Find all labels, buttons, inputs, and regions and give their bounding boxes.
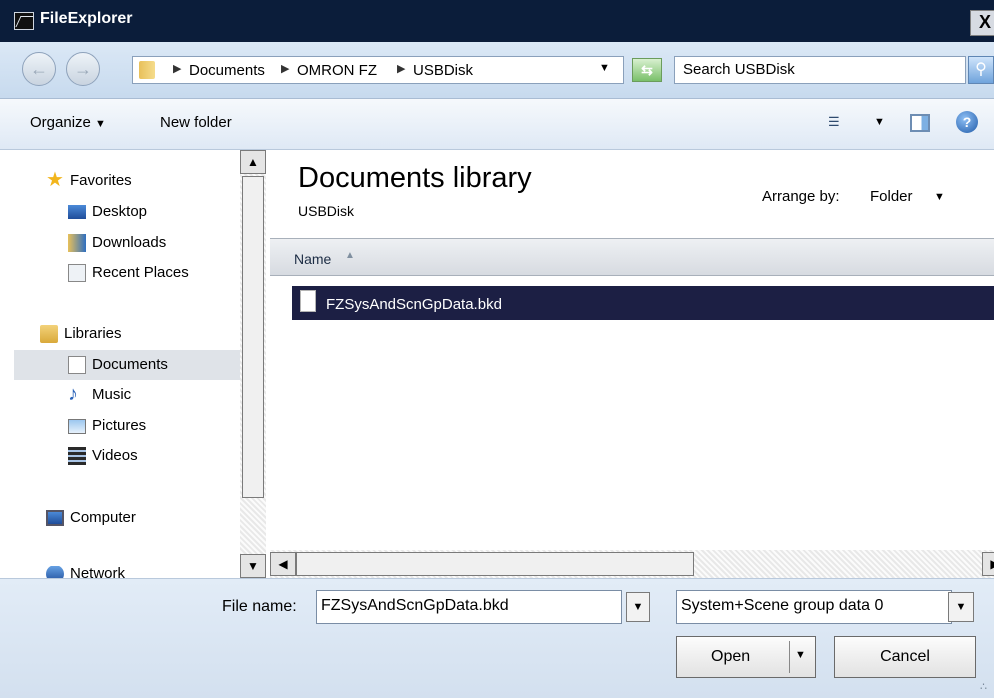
address-bar[interactable]: ▶ Documents ▶ OMRON FZ ▶ USBDisk ▼ [132,56,624,84]
breadcrumb-omron-fz[interactable]: OMRON FZ [297,62,377,79]
breadcrumb-arrow-icon: ▶ [173,63,182,75]
scroll-left-button[interactable]: ◀ [270,552,296,576]
new-folder-button[interactable]: New folder [160,114,232,131]
file-type-dropdown-button[interactable]: ▼ [948,592,974,622]
back-button[interactable]: ← [22,52,56,86]
help-icon[interactable]: ? [956,111,978,133]
refresh-icon: ⇆ [641,62,653,78]
scrollbar-thumb[interactable] [242,176,264,498]
nav-pictures-label: Pictures [92,417,147,434]
search-icon: ⚲ [975,61,987,78]
scroll-down-button[interactable]: ▼ [240,554,266,578]
breadcrumb-arrow-icon: ▶ [397,63,406,75]
nav-videos-label: Videos [92,447,138,464]
resize-grip-icon[interactable]: ∴ [980,680,994,694]
open-dropdown-icon[interactable]: ▼ [795,649,806,661]
nav-music-label: Music [92,386,132,403]
organize-button[interactable]: Organize ▼ [30,114,106,131]
pictures-icon [68,419,86,434]
music-icon: ♪ [68,383,78,405]
nav-downloads-label: Downloads [92,234,167,251]
split-divider [789,641,790,673]
folder-icon [139,61,155,79]
back-arrow-icon: ← [30,59,48,79]
address-dropdown-icon[interactable]: ▼ [599,62,610,74]
library-subtitle: USBDisk [298,203,355,219]
nav-network-label: Network [70,566,126,578]
view-options-icon[interactable]: ☰ [828,114,846,130]
scroll-right-button[interactable]: ▶ [982,552,994,576]
network-icon [46,566,64,578]
videos-icon [68,447,86,465]
desktop-icon [68,205,86,219]
nav-network-clip: Network [0,566,240,578]
hscrollbar-thumb[interactable] [296,552,694,576]
breadcrumb-documents[interactable]: Documents [189,62,265,79]
star-icon: ★ [46,169,64,191]
scroll-up-button[interactable]: ▲ [240,150,266,174]
refresh-button[interactable]: ⇆ [632,58,662,82]
breadcrumb-arrow-icon: ▶ [281,63,290,75]
sort-ascending-icon: ▲ [345,250,355,261]
recent-places-icon [68,264,86,282]
nav-libraries-label: Libraries [64,325,122,342]
libraries-icon [40,325,58,343]
close-button[interactable]: X [970,10,994,36]
file-name[interactable]: FZSysAndScnGpData.bkd [326,296,502,313]
file-icon [300,290,316,312]
nav-recent-places-label: Recent Places [92,264,189,281]
cancel-button[interactable]: Cancel [834,636,976,678]
open-button[interactable]: Open ▼ [676,636,816,678]
open-button-label: Open [711,648,751,665]
nav-desktop-label: Desktop [92,203,148,220]
arrange-by-value[interactable]: Folder [870,188,913,205]
forward-button[interactable]: → [66,52,100,86]
file-name-input[interactable]: FZSysAndScnGpData.bkd [316,590,622,624]
organize-label: Organize [30,114,91,131]
forward-arrow-icon: → [74,59,92,79]
computer-icon [46,510,64,526]
arrange-by-label: Arrange by: [762,188,840,205]
nav-documents-label: Documents [92,356,168,373]
search-button[interactable]: ⚲ [968,56,994,84]
window-title: FileExplorer [40,10,133,27]
downloads-icon [68,234,86,252]
file-name-dropdown-button[interactable]: ▼ [626,592,650,622]
search-input[interactable]: Search USBDisk [674,56,966,84]
nav-favorites-label: Favorites [70,172,132,189]
title-bar [0,0,994,42]
column-header[interactable] [270,238,994,276]
file-name-label: File name: [222,598,297,615]
nav-computer-label: Computer [70,509,136,526]
arrange-dropdown-icon[interactable]: ▼ [934,191,945,203]
breadcrumb-usbdisk[interactable]: USBDisk [413,62,473,79]
chevron-down-icon: ▼ [95,118,106,130]
column-name[interactable]: Name [294,251,331,267]
file-type-select[interactable]: System+Scene group data 0 [676,590,952,624]
app-icon [14,12,34,30]
preview-pane-icon[interactable] [910,114,930,132]
documents-icon [68,356,86,374]
library-title: Documents library [298,162,532,194]
content-pane [270,150,994,550]
view-dropdown-icon[interactable]: ▼ [874,116,885,128]
